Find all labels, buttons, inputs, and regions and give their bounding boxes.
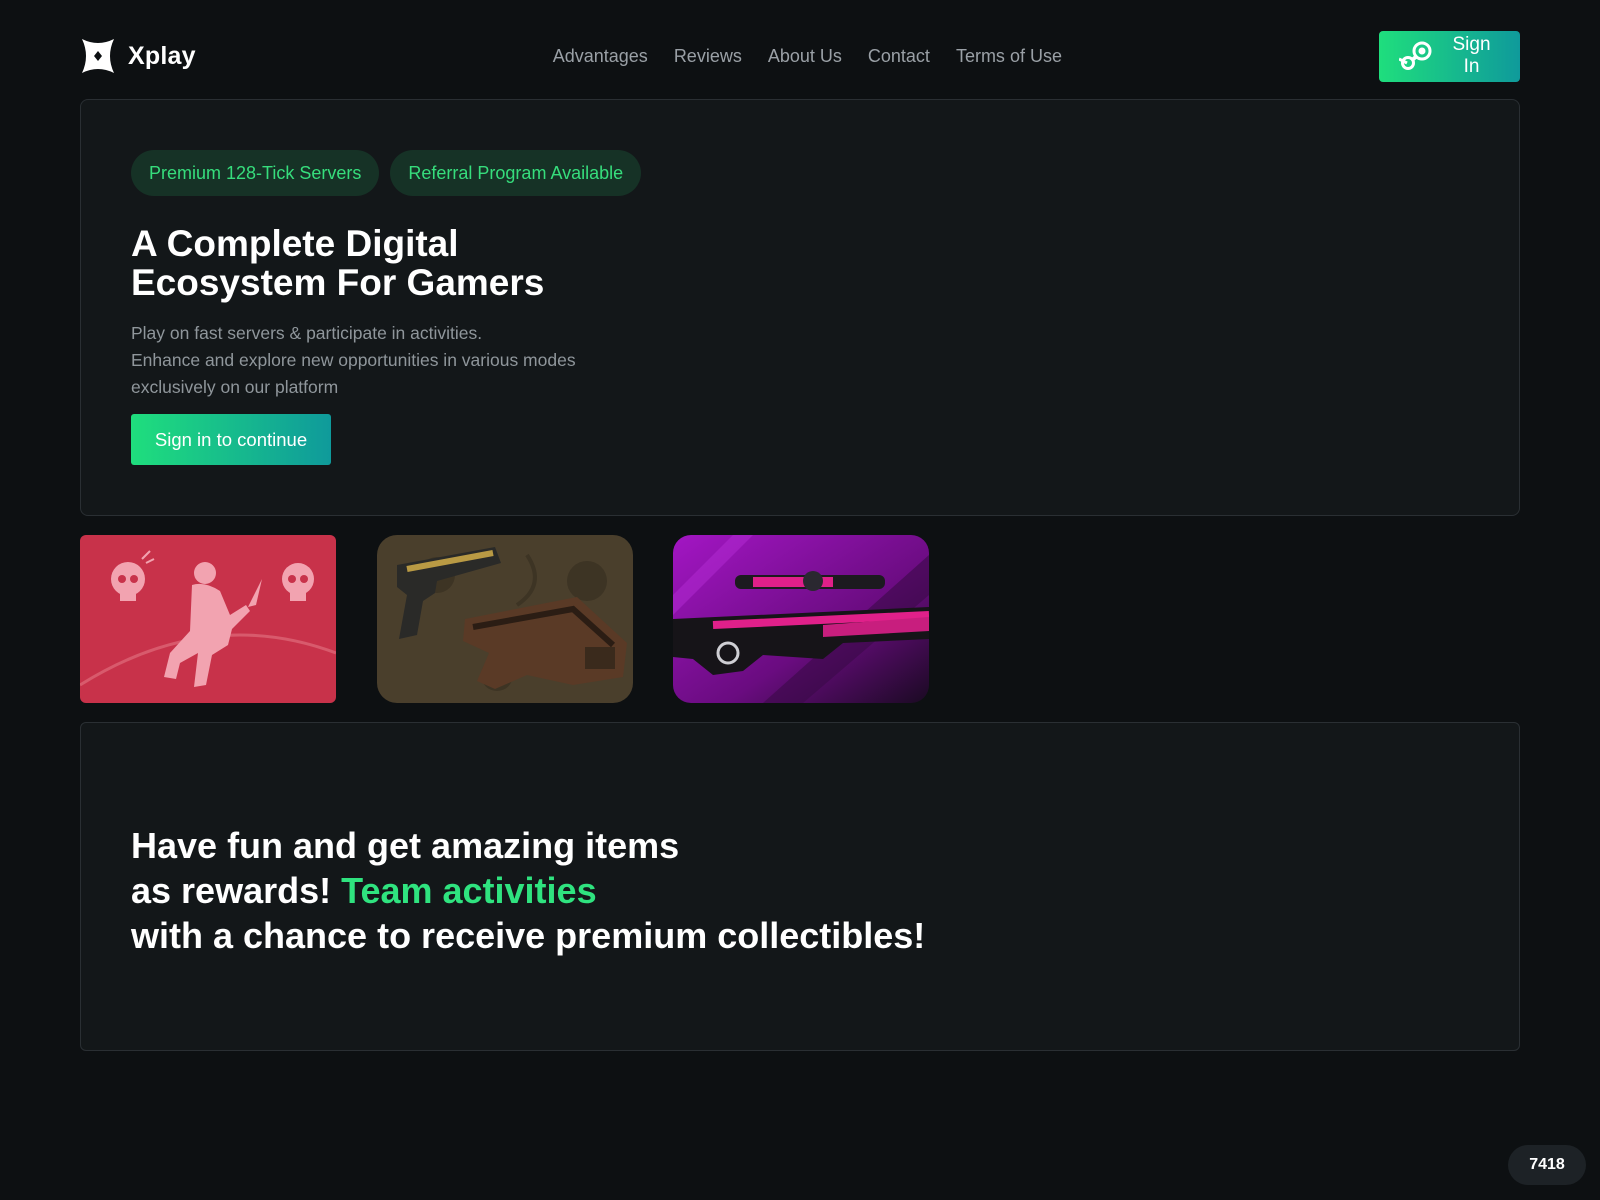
hero-desc-line-1: Play on fast servers & participate in ac… (131, 323, 483, 343)
pill-tick-servers: Premium 128-Tick Servers (131, 150, 380, 196)
promo-card: Have fun and get amazing items as reward… (80, 722, 1520, 1051)
counter-badge: 7418 (1508, 1145, 1586, 1185)
hero-description: Play on fast servers & participate in ac… (131, 320, 691, 401)
tile-sniper-skin[interactable] (673, 535, 929, 703)
tile-weapon-skins[interactable] (377, 535, 633, 703)
logo[interactable]: Xplay (80, 37, 196, 75)
sign-in-label: Sign In (1452, 34, 1491, 77)
xplay-logo-icon (82, 39, 114, 73)
promo-line-2: as rewards! Team activities (131, 868, 1131, 913)
weapon-skins-pistol-smg-image (377, 535, 633, 703)
header: Xplay Advantages Reviews About Us Contac… (80, 30, 1520, 82)
nav-terms-of-use[interactable]: Terms of Use (956, 46, 1062, 67)
pill-referral-program: Referral Program Available (390, 150, 642, 196)
nav-contact[interactable]: Contact (868, 46, 930, 67)
main-nav: Advantages Reviews About Us Contact Term… (553, 46, 1062, 67)
page: Xplay Advantages Reviews About Us Contac… (0, 0, 1600, 1200)
hero-title-line-2: Ecosystem For Gamers (131, 262, 545, 303)
sign-in-to-continue-button[interactable]: Sign in to continue (131, 414, 331, 465)
nav-about-us[interactable]: About Us (768, 46, 842, 67)
hero-title: A Complete Digital Ecosystem For Gamers (131, 224, 691, 302)
nav-advantages[interactable]: Advantages (553, 46, 648, 67)
steam-icon (1399, 41, 1432, 70)
hero-desc-line-2: Enhance and explore new opportunities in… (131, 350, 576, 370)
promo-accent-team-activities: Team activities (341, 870, 597, 911)
promo-line-2-prefix: as rewards! (131, 870, 342, 911)
hero-card: Premium 128-Tick Servers Referral Progra… (80, 99, 1520, 516)
feature-pills: Premium 128-Tick Servers Referral Progra… (131, 150, 642, 196)
hero-desc-line-3: exclusively on our platform (131, 377, 339, 397)
hero-title-line-1: A Complete Digital (131, 223, 459, 264)
nav-reviews[interactable]: Reviews (674, 46, 742, 67)
sniper-rifle-skin-image (673, 535, 929, 703)
promo-line-1: Have fun and get amazing items (131, 825, 680, 866)
tile-knife-kill[interactable] (80, 535, 336, 703)
logo-text: Xplay (128, 41, 196, 70)
promo-line-3: with a chance to receive premium collect… (131, 915, 926, 956)
promo-headline: Have fun and get amazing items as reward… (131, 823, 1131, 958)
sign-in-button[interactable]: Sign In (1379, 30, 1520, 82)
knife-kill-icon (80, 535, 336, 703)
